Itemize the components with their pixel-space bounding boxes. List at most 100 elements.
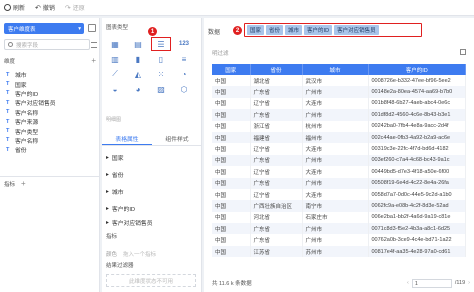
- field-tag[interactable]: 国家: [247, 25, 265, 35]
- table-row[interactable]: 中国 广东省 广州市 00148e2a-80ea-4574-aa69-b7b0: [212, 86, 466, 98]
- edit-dataset-icon[interactable]: [88, 24, 96, 32]
- table-cell: 中国: [212, 245, 251, 258]
- result-filter-dropzone[interactable]: 此维度状态不可用: [106, 274, 196, 287]
- field-search-input[interactable]: 搜索字段: [4, 39, 90, 50]
- table-row[interactable]: 中国 福建省 福州市 002c44ae-0fb3-4a92-b2a9-ac6e: [212, 131, 466, 144]
- field-item[interactable]: T 客户名称: [6, 136, 96, 145]
- table-icon[interactable]: ▦: [106, 38, 124, 50]
- grouped-bar-icon[interactable]: ▮: [129, 53, 147, 65]
- area-icon[interactable]: ◭: [129, 68, 147, 80]
- dataset-select[interactable]: 客户维度表 ▾: [4, 23, 84, 34]
- table-cell: 广东省: [250, 234, 303, 246]
- color-dropzone[interactable]: 拖入一个指标: [123, 250, 156, 258]
- field-tag[interactable]: 客户的ID: [304, 25, 333, 35]
- table-cell: 浙江省: [250, 120, 303, 132]
- caret-right-icon: ▸: [106, 188, 109, 195]
- table-cell: 00148e2a-80ea-4574-aa69-b7b0: [368, 86, 466, 98]
- field-tag[interactable]: 省份: [266, 25, 284, 35]
- dimension-row[interactable]: ▸ 国家: [106, 153, 196, 163]
- field-item[interactable]: T 客户来源: [6, 117, 96, 127]
- column-header[interactable]: 省份: [250, 64, 303, 75]
- rank-icon[interactable]: ≡: [175, 53, 193, 65]
- table-row[interactable]: 中国 广东省 广州市 00762a0b-3ce9-4c4e-bd71-1a22: [212, 234, 466, 246]
- table-row[interactable]: 中国 辽宁省 大连市 00319c3e-22fc-4f7d-bd6d-4182: [212, 143, 466, 155]
- field-item[interactable]: T 客户类型: [6, 126, 96, 136]
- table-row[interactable]: 中国 浙江省 杭州市 00242ba0-7fb4-4e8a-9acc-2d4f: [212, 120, 466, 132]
- table-row[interactable]: 中国 湖北省 武汉市 0008726e-b332-47ee-bf96-5ee2: [212, 75, 466, 87]
- table-cell: 广东省: [250, 223, 303, 235]
- table-cell: 广东省: [250, 109, 303, 121]
- pie-icon[interactable]: ◕: [129, 83, 147, 95]
- data-tab[interactable]: 数据: [208, 27, 220, 36]
- table-cell: 中国: [212, 166, 251, 178]
- line-icon[interactable]: ⟋: [106, 68, 124, 80]
- redo-icon: ↷: [64, 4, 71, 12]
- table-row[interactable]: 中国 广东省 广州市 0071c8d3-f5e2-4b3a-a8c1-6d25: [212, 223, 466, 235]
- undo-icon: ↶: [35, 4, 41, 12]
- field-item[interactable]: T 客户对应销售员: [6, 98, 96, 108]
- table-cell: 广东省: [250, 154, 303, 167]
- add-metric-icon[interactable]: +: [21, 180, 26, 188]
- field-item[interactable]: T 国家: [6, 79, 96, 89]
- gauge-icon[interactable]: ◔: [175, 68, 193, 80]
- search-icon: [8, 42, 13, 47]
- table-row[interactable]: 中国 江苏省 苏州市 00817e4f-aa35-4e28-97a0-cd61: [212, 245, 466, 258]
- detail-table-icon[interactable]: ☰: [151, 37, 171, 51]
- table-row[interactable]: 中国 广东省 广州市 001df8d2-4560-4c6e-8b43-b3e1: [212, 109, 466, 121]
- scatter-icon[interactable]: ⁙: [152, 68, 170, 80]
- table-cell: 广东省: [250, 86, 303, 98]
- undo-button[interactable]: ↶ 撤销: [35, 3, 55, 13]
- table-row[interactable]: 中国 广东省 广州市 00508f19-6e4d-4c22-8e4a-26fa: [212, 177, 466, 189]
- redo-button[interactable]: ↷ 还原: [64, 3, 85, 13]
- table-cell: 中国: [212, 200, 251, 212]
- column-header[interactable]: 国家: [212, 64, 251, 75]
- number-card-icon[interactable]: 123: [175, 38, 193, 50]
- map-icon[interactable]: ▨: [152, 83, 170, 95]
- dimension-row[interactable]: ▸ 客户对应销售员: [106, 218, 196, 228]
- stacked-bar-icon[interactable]: ▯: [152, 53, 170, 65]
- field-item[interactable]: T 客户名称: [6, 108, 96, 117]
- color-label: 颜色: [106, 252, 118, 258]
- add-dimension-icon[interactable]: +: [91, 57, 96, 65]
- page-input[interactable]: 1: [411, 278, 452, 288]
- refresh-button[interactable]: 刷新: [4, 3, 25, 12]
- prev-page-icon[interactable]: ‹: [407, 280, 409, 286]
- combo-icon[interactable]: ◒: [106, 83, 124, 95]
- dimension-list: T 城市 T 国家 T 客户的ID T 客户对应销售员 T 客户名称 T 客户来源 T 客户类…: [6, 70, 96, 155]
- table-cell: 湖北省: [250, 75, 303, 87]
- table-cell: 广州市: [302, 177, 369, 189]
- next-page-icon[interactable]: ›: [468, 280, 470, 286]
- config-tabs: 表格属性 组件样式: [102, 134, 202, 146]
- table-row[interactable]: 中国 辽宁省 大连市 0058d7a7-0d0c-44e5-9c2d-a1b0: [212, 188, 466, 201]
- dimension-row[interactable]: ▸ 城市: [106, 187, 196, 197]
- dimension-row[interactable]: ▸ 客户的ID: [106, 204, 196, 214]
- table-cell: 河北省: [250, 211, 303, 224]
- tab-component-style[interactable]: 组件样式: [152, 134, 202, 145]
- bar-icon[interactable]: ▥: [106, 53, 124, 65]
- pagination-bar: 共 11.6 k 条数据 ‹ 1 /119 ›: [212, 277, 470, 289]
- tab-table-attributes[interactable]: 表格属性: [102, 134, 152, 145]
- field-tag[interactable]: 客户对应销售员: [334, 25, 379, 35]
- table-cell: 中国: [212, 223, 251, 235]
- table-row[interactable]: 中国 辽宁省 大连市 001b8f48-6b27-4aeb-abc4-0e6c: [212, 97, 466, 110]
- selected-field-tags: 国家 省份 城市 客户的ID 客户对应销售员: [244, 23, 422, 37]
- table-cell: 中国: [212, 120, 251, 132]
- detail-filter-link[interactable]: 明过滤: [212, 49, 229, 57]
- field-tag[interactable]: 城市: [285, 25, 303, 35]
- cross-table-icon[interactable]: ▤: [129, 38, 147, 50]
- table-row[interactable]: 中国 辽宁省 大连市 00449bd5-d7e3-4f18-a50e-6f00: [212, 166, 466, 178]
- table-cell: 002c44ae-0fb3-4a92-b2a9-ac6e: [368, 131, 466, 144]
- field-item[interactable]: T 客户的ID: [6, 89, 96, 98]
- map-point-icon[interactable]: ⬡: [175, 83, 193, 95]
- field-item[interactable]: T 城市: [6, 70, 96, 80]
- filter-icon[interactable]: [91, 42, 97, 48]
- column-header[interactable]: 客户的ID: [368, 64, 466, 75]
- column-header[interactable]: 城市: [302, 64, 369, 75]
- data-table: 国家 省份 城市 客户的ID 中国 湖北省 武汉市 0008726e-b332-47e…: [212, 64, 466, 258]
- expand-icon[interactable]: [460, 49, 466, 55]
- table-row[interactable]: 中国 广东省 广州市 003ef260-c7a4-4c68-bc43-9a1c: [212, 154, 466, 167]
- table-row[interactable]: 中国 广西壮族自治区 南宁市 0062fc9a-e08b-4c2f-8d3e-52ad: [212, 200, 466, 212]
- dimension-row[interactable]: ▸ 省份: [106, 170, 196, 180]
- table-row[interactable]: 中国 河北省 石家庄市 006e2ba1-bb2f-4a6d-9a19-c81e: [212, 211, 466, 224]
- field-item[interactable]: T 省份: [6, 145, 96, 155]
